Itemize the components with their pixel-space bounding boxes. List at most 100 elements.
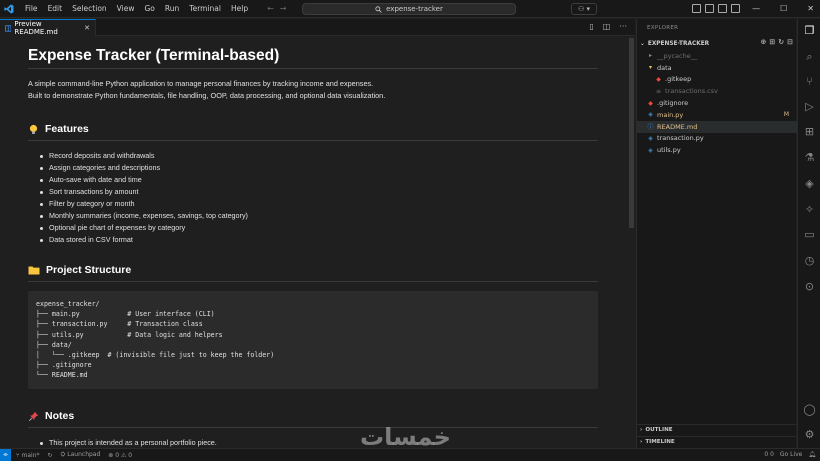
structure-divider [28,281,598,282]
intro-line-1: A simple command-line Python application… [28,79,374,88]
tab-label: Preview README.md [14,20,58,36]
timeline-section[interactable]: › TIMELINE [637,436,797,447]
features-list: Record deposits and withdrawals Assign c… [28,150,598,246]
pushpin-icon [28,411,39,421]
project-structure-codeblock: expense_tracker/ ├── main.py # User inte… [28,291,598,389]
explorer-title: EXPLORER [647,25,679,31]
branch-indicator[interactable]: ⑂ main* [16,452,40,459]
maximize-icon[interactable]: ☐ [780,0,787,18]
file-tree-label: transactions.csv [665,87,718,96]
preview-scrollbar-thumb[interactable] [629,38,634,228]
customize-layout-icon[interactable] [731,4,740,13]
features-heading: Features [28,123,598,135]
menu-edit[interactable]: Edit [43,0,68,18]
python-icon[interactable]: ◈ [802,176,817,191]
copilot-button[interactable]: ⚇ ▾ [571,3,597,15]
file-tree-item[interactable]: ◈ transaction.py [637,133,797,145]
file-tree-item[interactable]: ◈ main.py M [637,109,797,121]
menu-view[interactable]: View [112,0,140,18]
explorer-root-folder[interactable]: ⌄ EXPENSE-TRACKER ⊕ ⊞ ↻ ⊟ [637,38,797,49]
settings-gear-icon[interactable]: ⚙ [802,427,817,442]
features-divider [28,140,598,141]
explorer-files-icon[interactable]: ❐ [802,23,817,38]
file-tree-item[interactable]: ⓘ README.md [637,120,797,133]
list-item: Filter by category or month [28,198,598,210]
new-folder-icon[interactable]: ⊞ [769,38,775,46]
new-file-icon[interactable]: ⊕ [761,38,767,46]
readme-title: Expense Tracker (Terminal-based) [28,47,280,64]
remote-explorer-icon[interactable]: ⊙ [802,279,817,294]
menu-file[interactable]: File [20,0,43,18]
file-tree-item[interactable]: ▾ data [637,62,797,74]
launchpad-button[interactable]: ⛭ Launchpad [61,451,101,459]
close-window-icon[interactable]: ✕ [807,0,814,18]
toggle-primary-sidebar-icon[interactable] [692,4,701,13]
chevron-right-icon: › [640,427,643,433]
more-actions-icon[interactable]: ··· [619,22,627,31]
command-center-search[interactable]: expense-tracker [302,3,516,15]
structure-code: expense_tracker/ ├── main.py # User inte… [36,300,275,380]
extensions-icon[interactable]: ⊞ [802,124,817,139]
source-control-icon[interactable]: ⑂ [802,74,817,89]
activity-bar: ❐ ⌕ ⑂ ▷ ⊞ ⚗ ◈ ✧ ▭ ◷ ⊙ ◯ ⚙ [797,19,820,448]
folder-icon: ▸ [648,52,652,60]
menu-terminal[interactable]: Terminal [184,0,226,18]
file-tree-item[interactable]: ◈ utils.py [637,144,797,156]
watermark-logo: خمسات [360,423,452,451]
toggle-secondary-sidebar-icon[interactable] [718,4,727,13]
python-icon: ◈ [648,111,653,119]
file-tree-label: data [657,63,672,72]
remote-indicator-icon[interactable]: ⌯ [0,449,11,461]
close-tab-icon[interactable]: ✕ [84,24,90,32]
notifications-bell-icon[interactable]: 🔔︎ [808,449,816,461]
list-item: Data stored in CSV format [28,234,598,246]
menu-help[interactable]: Help [226,0,253,18]
chevron-down-icon: ⌄ [640,40,645,47]
menu-bar: File Edit Selection View Go Run Terminal… [20,0,253,18]
folder-open-icon: ▾ [648,64,652,72]
collapse-all-icon[interactable]: ⊟ [787,38,793,46]
editor-tab-bar: Preview README.md ✕ ▯ ◫ ··· [0,19,635,36]
file-tree-item[interactable]: ▸ __pycache__ [637,50,797,62]
split-editor-icon[interactable]: ◫ [603,22,611,31]
account-icon[interactable]: ◯ [802,402,817,417]
menu-go[interactable]: Go [139,0,159,18]
timeline-label: TIMELINE [645,439,675,445]
testing-flask-icon[interactable]: ⚗ [802,150,817,165]
file-tree-label: __pycache__ [657,51,698,60]
go-live-button[interactable]: Go Live [780,449,802,461]
list-item: This project is intended as a personal p… [28,437,598,448]
git-icon: ◆ [648,99,653,107]
folder-icon [28,266,40,275]
problems-indicator[interactable]: ⊗ 0 ⚠ 0 [108,452,132,459]
refresh-icon[interactable]: ↻ [778,38,784,46]
copilot-chat-icon[interactable]: ✧ [802,202,817,217]
forward-arrow-icon[interactable]: → [280,4,287,13]
run-debug-icon[interactable]: ▷ [802,99,817,114]
notes-list: This project is intended as a personal p… [28,437,598,448]
list-item: Sort transactions by amount [28,186,598,198]
menu-run[interactable]: Run [160,0,184,18]
menu-selection[interactable]: Selection [67,0,112,18]
open-source-icon[interactable]: ▯ [589,22,593,31]
ports-indicator[interactable]: 0 0 [764,449,774,461]
file-tree-item[interactable]: ◆ .gitkeep [637,74,797,86]
features-heading-text: Features [45,123,89,135]
file-tree-item[interactable]: ≡ transactions.csv [637,85,797,97]
toggle-panel-icon[interactable] [705,4,714,13]
tab-preview-readme[interactable]: Preview README.md ✕ [0,19,96,36]
title-bar: File Edit Selection View Go Run Terminal… [0,0,820,18]
preview-icon [5,24,12,32]
file-tree-label: .gitignore [657,99,689,108]
minimize-icon[interactable]: — [752,0,760,18]
back-arrow-icon[interactable]: ← [267,4,274,13]
folder-view-icon[interactable]: ▭ [802,227,817,242]
timeline-clock-icon[interactable]: ◷ [802,253,817,268]
structure-heading-text: Project Structure [46,264,132,276]
file-tree-label: README.md [657,122,698,131]
search-icon[interactable]: ⌕ [802,49,817,64]
file-tree-item[interactable]: ◆ .gitignore [637,97,797,109]
outline-section[interactable]: › OUTLINE [637,424,797,435]
python-icon: ◈ [648,134,653,142]
sync-icon[interactable]: ↻ [48,452,53,459]
